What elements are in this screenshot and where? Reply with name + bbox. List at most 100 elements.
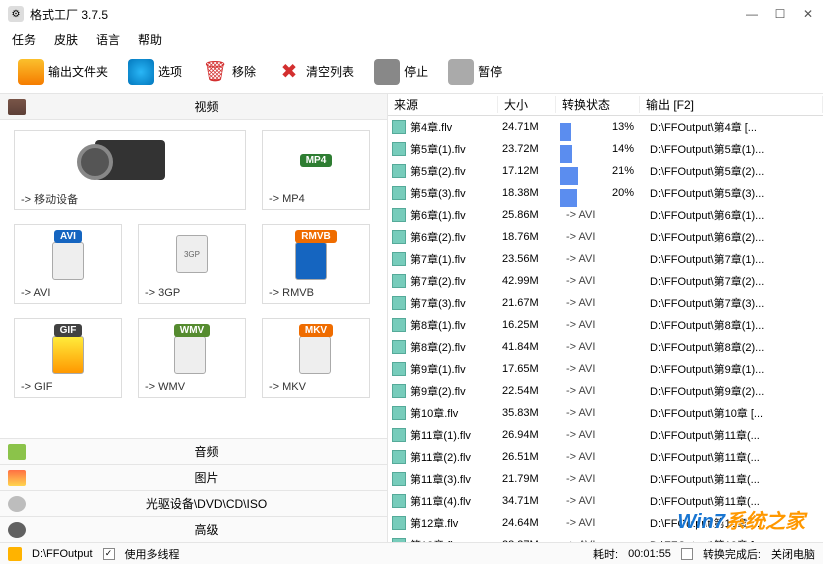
- tile-wmv[interactable]: WMV -> WMV: [138, 318, 246, 398]
- status-text: -> AVI: [560, 319, 595, 331]
- table-row[interactable]: 第11章(4).flv34.71M-> AVID:\FFOutput\第11章(…: [388, 490, 823, 512]
- file-list[interactable]: 第4章.flv24.71M13%D:\FFOutput\第4章 [...第5章(…: [388, 116, 823, 542]
- options-button[interactable]: 选项: [120, 55, 190, 89]
- category-disc[interactable]: 光驱设备\DVD\CD\ISO: [0, 490, 387, 516]
- multithread-label: 使用多线程: [125, 546, 180, 562]
- file-size: 23.56M: [502, 253, 560, 265]
- table-row[interactable]: 第5章(2).flv17.12M21%D:\FFOutput\第5章(2)...: [388, 160, 823, 182]
- statusbar: D:\FFOutput ✓ 使用多线程 耗时: 00:01:55 转换完成后: …: [0, 542, 823, 564]
- table-row[interactable]: 第6章(1).flv25.86M-> AVID:\FFOutput\第6章(1)…: [388, 204, 823, 226]
- table-row[interactable]: 第12章.flv24.64M-> AVID:\FFOutput\第12章 [..…: [388, 512, 823, 534]
- table-row[interactable]: 第11章(2).flv26.51M-> AVID:\FFOutput\第11章(…: [388, 446, 823, 468]
- category-list: 音频 图片 光驱设备\DVD\CD\ISO 高级: [0, 438, 387, 542]
- menu-task[interactable]: 任务: [12, 31, 36, 48]
- table-row[interactable]: 第8章(2).flv41.84M-> AVID:\FFOutput\第8章(2)…: [388, 336, 823, 358]
- maximize-button[interactable]: ☐: [773, 7, 787, 21]
- file-icon: [392, 296, 406, 310]
- tile-mp4[interactable]: MP4 -> MP4: [262, 130, 370, 210]
- file-output: D:\FFOutput\第12章 [...: [644, 515, 823, 531]
- tile-mkv[interactable]: MKV -> MKV: [262, 318, 370, 398]
- clear-list-button[interactable]: ✖ 清空列表: [268, 55, 362, 89]
- output-path[interactable]: D:\FFOutput: [32, 548, 93, 560]
- clear-icon: ✖: [276, 59, 302, 85]
- table-row[interactable]: 第9章(1).flv17.65M-> AVID:\FFOutput\第9章(1)…: [388, 358, 823, 380]
- file-status: -> AVI: [560, 385, 644, 397]
- file-status: 14%: [560, 143, 644, 155]
- table-row[interactable]: 第7章(1).flv23.56M-> AVID:\FFOutput\第7章(1)…: [388, 248, 823, 270]
- menu-skin[interactable]: 皮肤: [54, 31, 78, 48]
- file-size: 21.79M: [502, 473, 560, 485]
- music-icon: [8, 444, 26, 460]
- afterdone-checkbox[interactable]: [681, 548, 693, 560]
- col-source[interactable]: 来源: [388, 96, 498, 113]
- status-text: -> AVI: [560, 363, 595, 375]
- afterdone-value[interactable]: 关闭电脑: [771, 546, 815, 562]
- status-text: -> AVI: [560, 209, 595, 221]
- close-button[interactable]: ✕: [801, 7, 815, 21]
- tile-3gp[interactable]: 3GP -> 3GP: [138, 224, 246, 304]
- category-picture[interactable]: 图片: [0, 464, 387, 490]
- table-row[interactable]: 第6章(2).flv18.76M-> AVID:\FFOutput\第6章(2)…: [388, 226, 823, 248]
- file-name: 第5章(2).flv: [410, 163, 502, 179]
- col-output[interactable]: 输出 [F2]: [640, 96, 823, 113]
- col-size[interactable]: 大小: [498, 96, 556, 113]
- status-text: -> AVI: [560, 517, 595, 529]
- file-status: -> AVI: [560, 451, 644, 463]
- wmv-file-icon: [174, 336, 206, 374]
- remove-label: 移除: [232, 63, 256, 80]
- tile-mobile-label: -> 移动设备: [15, 189, 245, 209]
- remove-button[interactable]: 🗑 移除: [194, 55, 264, 89]
- category-advanced[interactable]: 高级: [0, 516, 387, 542]
- category-audio[interactable]: 音频: [0, 438, 387, 464]
- category-video-header[interactable]: 视频: [0, 94, 387, 120]
- afterdone-label: 转换完成后:: [703, 546, 761, 562]
- file-status: -> AVI: [560, 473, 644, 485]
- menu-lang[interactable]: 语言: [96, 31, 120, 48]
- file-size: 26.94M: [502, 429, 560, 441]
- elapsed-value: 00:01:55: [628, 548, 671, 560]
- table-row[interactable]: 第8章(1).flv16.25M-> AVID:\FFOutput\第8章(1)…: [388, 314, 823, 336]
- file-icon: [392, 428, 406, 442]
- table-row[interactable]: 第13章.flv28.37M-> AVID:\FFOutput\第13章 [..…: [388, 534, 823, 542]
- file-name: 第7章(1).flv: [410, 251, 502, 267]
- file-icon: [392, 340, 406, 354]
- file-output: D:\FFOutput\第7章(3)...: [644, 295, 823, 311]
- file-size: 18.38M: [502, 187, 560, 199]
- tile-gif[interactable]: GIF -> GIF: [14, 318, 122, 398]
- file-output: D:\FFOutput\第9章(2)...: [644, 383, 823, 399]
- multithread-checkbox[interactable]: ✓: [103, 548, 115, 560]
- tile-rmvb[interactable]: RMVB -> RMVB: [262, 224, 370, 304]
- tile-wmv-label: -> WMV: [139, 377, 245, 397]
- menu-help[interactable]: 帮助: [138, 31, 162, 48]
- minimize-button[interactable]: —: [745, 7, 759, 21]
- pause-label: 暂停: [478, 63, 502, 80]
- table-row[interactable]: 第4章.flv24.71M13%D:\FFOutput\第4章 [...: [388, 116, 823, 138]
- file-size: 16.25M: [502, 319, 560, 331]
- status-text: -> AVI: [560, 341, 595, 353]
- file-name: 第5章(1).flv: [410, 141, 502, 157]
- progress-text: 21%: [560, 165, 644, 177]
- table-row[interactable]: 第11章(3).flv21.79M-> AVID:\FFOutput\第11章(…: [388, 468, 823, 490]
- output-folder-button[interactable]: 输出文件夹: [10, 55, 116, 89]
- tile-avi[interactable]: AVI -> AVI: [14, 224, 122, 304]
- table-row[interactable]: 第11章(1).flv26.94M-> AVID:\FFOutput\第11章(…: [388, 424, 823, 446]
- 3gp-file-icon: 3GP: [176, 235, 208, 273]
- tile-3gp-label: -> 3GP: [139, 283, 245, 303]
- category-disc-label: 光驱设备\DVD\CD\ISO: [34, 495, 379, 512]
- tile-mobile[interactable]: -> 移动设备: [14, 130, 246, 210]
- table-row[interactable]: 第10章.flv35.83M-> AVID:\FFOutput\第10章 [..…: [388, 402, 823, 424]
- table-row[interactable]: 第9章(2).flv22.54M-> AVID:\FFOutput\第9章(2)…: [388, 380, 823, 402]
- table-row[interactable]: 第5章(1).flv23.72M14%D:\FFOutput\第5章(1)...: [388, 138, 823, 160]
- stop-button[interactable]: 停止: [366, 55, 436, 89]
- file-status: 21%: [560, 165, 644, 177]
- file-output: D:\FFOutput\第11章(...: [644, 471, 823, 487]
- file-output: D:\FFOutput\第5章(1)...: [644, 141, 823, 157]
- table-row[interactable]: 第5章(3).flv18.38M20%D:\FFOutput\第5章(3)...: [388, 182, 823, 204]
- col-status[interactable]: 转换状态: [556, 96, 640, 113]
- tile-avi-label: -> AVI: [15, 283, 121, 303]
- table-row[interactable]: 第7章(3).flv21.67M-> AVID:\FFOutput\第7章(3)…: [388, 292, 823, 314]
- pause-button[interactable]: 暂停: [440, 55, 510, 89]
- window-title: 格式工厂 3.7.5: [30, 6, 745, 23]
- file-output: D:\FFOutput\第11章(...: [644, 427, 823, 443]
- table-row[interactable]: 第7章(2).flv42.99M-> AVID:\FFOutput\第7章(2)…: [388, 270, 823, 292]
